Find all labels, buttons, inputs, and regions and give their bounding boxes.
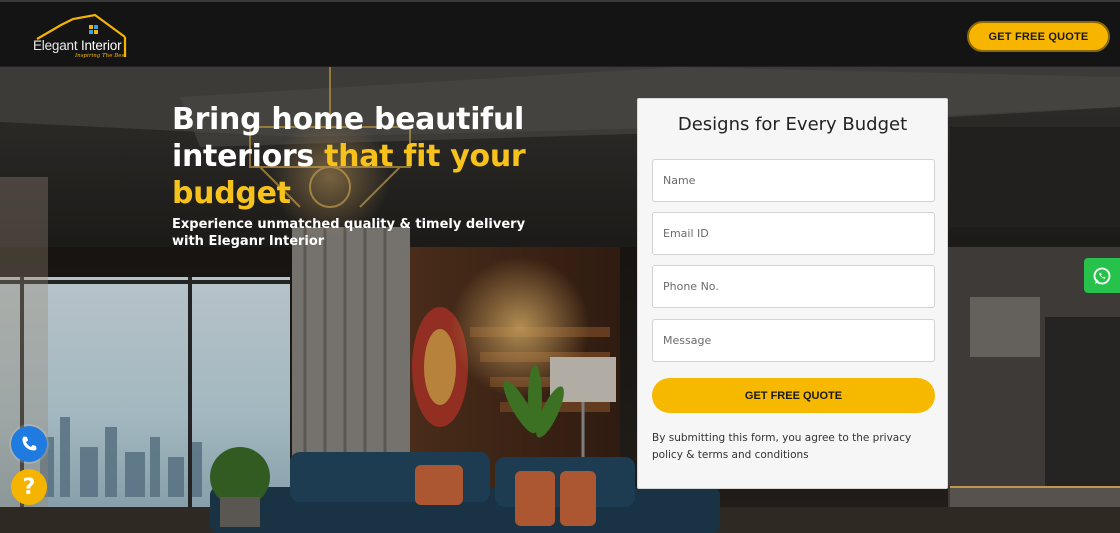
name-field[interactable] [652,159,935,202]
call-button[interactable] [11,426,47,462]
quote-form: Designs for Every Budget GET FREE QUOTE … [637,98,948,489]
email-field[interactable] [652,212,935,255]
living-room-photo [0,67,1120,533]
hero-subline: Experience unmatched quality & timely de… [172,217,526,249]
whatsapp-button[interactable] [1084,258,1120,293]
submit-quote-button[interactable]: GET FREE QUOTE [652,378,935,413]
hero-text-block: Bring home beautiful interiors that fit … [172,101,542,250]
phone-icon [22,436,37,451]
help-icon: ? [22,474,36,500]
phone-field[interactable] [652,265,935,308]
form-disclaimer: By submitting this form, you agree to th… [652,432,912,461]
hero-section: Bring home beautiful interiors that fit … [0,67,1120,533]
whatsapp-icon [1093,267,1111,284]
hero-headline: Bring home beautiful interiors that fit … [172,102,526,211]
logo-tagline: Inspiring The Best [75,53,127,59]
header-get-quote-button[interactable]: GET FREE QUOTE [967,21,1110,52]
form-title: Designs for Every Budget [677,114,908,135]
site-header: Elegant Interior Inspiring The Best GET … [0,0,1120,67]
logo-wordmark: Elegant Interior [33,38,122,53]
message-field[interactable] [652,319,935,362]
help-button[interactable]: ? [11,469,47,505]
brand-logo[interactable]: Elegant Interior Inspiring The Best [31,13,127,61]
